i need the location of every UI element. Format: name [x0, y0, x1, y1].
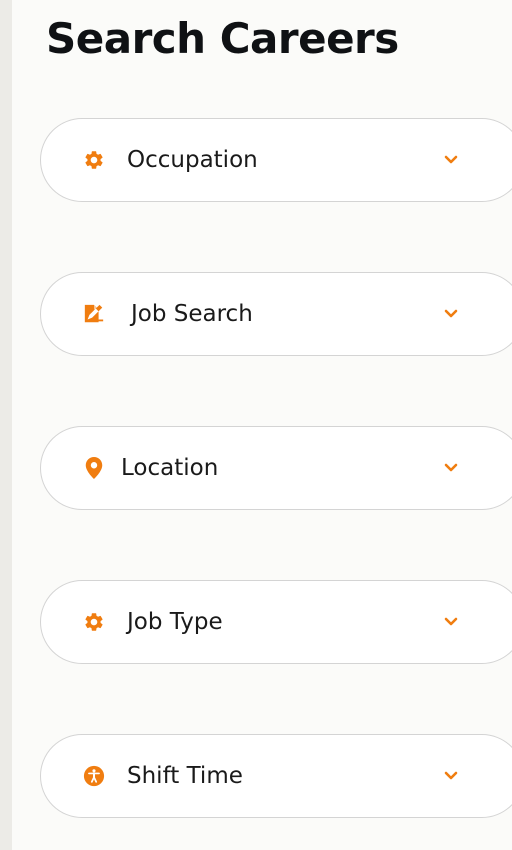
chevron-down-icon — [443, 768, 459, 784]
shift-time-label: Shift Time — [127, 763, 243, 789]
job-type-label: Job Type — [127, 609, 223, 635]
page-title: Search Careers — [46, 14, 399, 63]
job-search-dropdown[interactable]: Job Search — [40, 272, 512, 356]
gear-icon — [83, 149, 105, 171]
chevron-down-icon — [443, 306, 459, 322]
map-pin-icon — [83, 457, 105, 479]
accessibility-icon — [83, 765, 105, 787]
occupation-label: Occupation — [127, 147, 258, 173]
search-careers-panel: Search Careers Occupation Job Search Loc… — [12, 0, 512, 850]
shift-time-dropdown[interactable]: Shift Time — [40, 734, 512, 818]
chevron-down-icon — [443, 152, 459, 168]
chevron-down-icon — [443, 460, 459, 476]
job-type-dropdown[interactable]: Job Type — [40, 580, 512, 664]
gear-icon — [83, 611, 105, 633]
occupation-dropdown[interactable]: Occupation — [40, 118, 512, 202]
location-dropdown[interactable]: Location — [40, 426, 512, 510]
chevron-down-icon — [443, 614, 459, 630]
job-search-label: Job Search — [131, 301, 253, 327]
document-edit-icon — [83, 303, 105, 325]
location-label: Location — [121, 455, 219, 481]
